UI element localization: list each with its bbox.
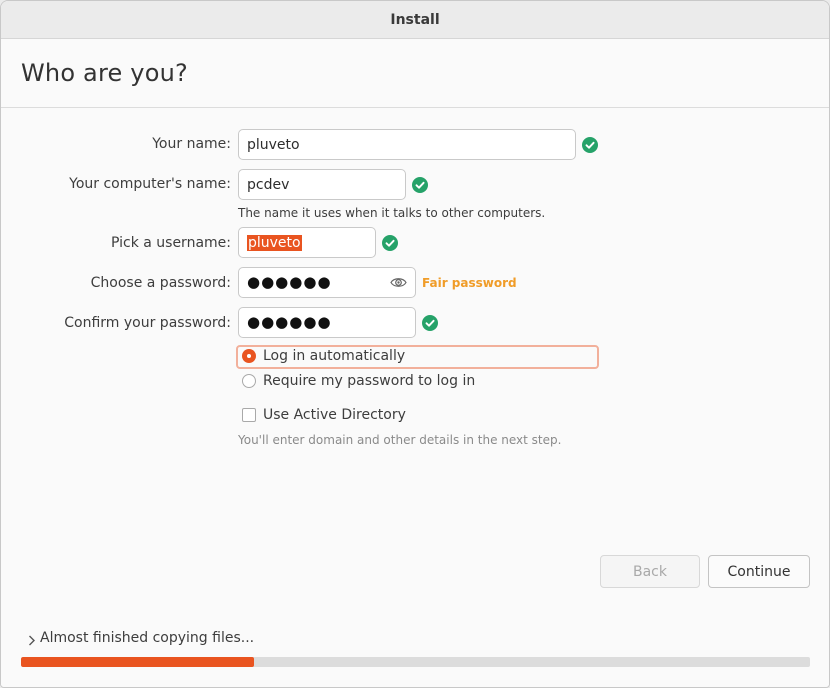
window-title: Install (390, 11, 440, 28)
computer-name-input[interactable]: pcdev (238, 169, 406, 200)
radio-unselected-icon[interactable] (242, 374, 256, 388)
password-strength: Fair password (422, 276, 517, 290)
username-valid-icon (382, 235, 398, 251)
progress-bar (21, 657, 810, 667)
computer-name-hint: The name it uses when it talks to other … (238, 206, 546, 220)
confirm-password-value: ●●●●●● (247, 313, 332, 331)
login-automatically-option[interactable]: Log in automatically (238, 348, 405, 364)
password-input[interactable]: ●●●●●● (238, 267, 416, 298)
your-name-valid-icon (582, 137, 598, 153)
progress-expander[interactable]: Almost finished copying files... (27, 630, 254, 646)
chevron-right-icon (29, 635, 35, 646)
active-directory-hint: You'll enter domain and other details in… (238, 433, 562, 447)
active-directory-label: Use Active Directory (263, 407, 406, 423)
computer-name-value: pcdev (247, 176, 290, 193)
your-name-input[interactable]: pluveto (238, 129, 576, 160)
user-form: Your name: pluveto Your computer's name:… (1, 108, 829, 687)
your-name-value: pluveto (247, 136, 300, 153)
computer-name-label: Your computer's name: (69, 176, 231, 192)
your-name-label: Your name: (152, 136, 231, 152)
username-label: Pick a username: (110, 235, 231, 251)
confirm-password-valid-icon (422, 315, 438, 331)
continue-button[interactable]: Continue (708, 555, 810, 588)
page-title: Who are you? (21, 59, 188, 87)
title-bar: Install (1, 1, 829, 39)
login-automatically-label: Log in automatically (263, 348, 406, 364)
password-label: Choose a password: (90, 275, 231, 291)
confirm-password-input[interactable]: ●●●●●● (238, 307, 416, 338)
computer-name-valid-icon (412, 177, 428, 193)
header: Who are you? (1, 39, 829, 108)
radio-selected-icon[interactable] (242, 349, 256, 363)
show-password-icon[interactable] (390, 275, 407, 290)
require-password-option[interactable]: Require my password to log in (238, 373, 475, 389)
active-directory-option[interactable]: Use Active Directory (238, 407, 406, 423)
back-button[interactable]: Back (600, 555, 700, 588)
progress-fill (21, 657, 254, 667)
confirm-password-label: Confirm your password: (64, 315, 231, 331)
password-value: ●●●●●● (247, 273, 332, 291)
require-password-label: Require my password to log in (263, 373, 476, 389)
active-directory-checkbox[interactable] (242, 408, 256, 422)
username-value: pluveto (247, 234, 302, 251)
installer-window: Install Who are you? Your name: pluveto … (0, 0, 830, 688)
username-input[interactable]: pluveto (238, 227, 376, 258)
progress-label: Almost finished copying files... (40, 630, 255, 646)
